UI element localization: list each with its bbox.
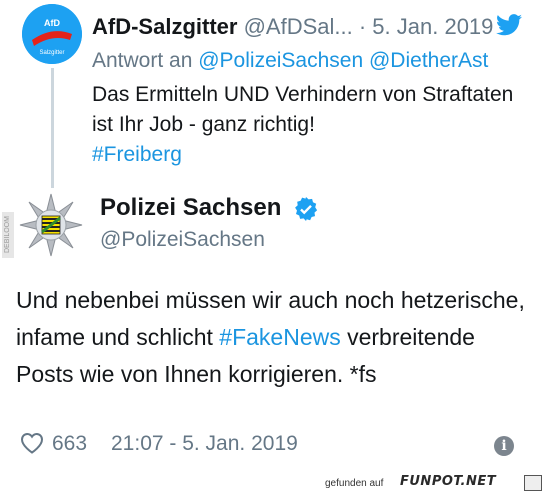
verified-badge-icon [295,197,318,221]
watermark-box-icon [524,475,542,491]
hashtag-link[interactable]: #Freiberg [92,143,182,166]
mention-link[interactable]: @DietherAst [369,49,488,72]
like-heart-icon[interactable] [20,432,44,454]
author-name[interactable]: Polizei Sachsen [100,194,281,222]
header-separator: · [358,14,367,39]
reply-to-line: Antwort an @PolizeiSachsen @DietherAst [92,49,488,73]
afd-avatar[interactable]: AfD Salzgitter [22,4,82,64]
twitter-bird-icon [496,14,522,36]
reply-to-prefix: Antwort an [92,49,193,72]
afd-logo-icon: AfD Salzgitter [22,4,82,64]
reply-body: Das Ermitteln UND Verhindern von Strafta… [92,83,514,136]
afd-logo-text: AfD [44,18,60,28]
hashtag-link[interactable]: #FakeNews [219,324,340,350]
police-star-icon [18,192,84,258]
like-count: 663 [52,432,88,455]
thread-line [51,68,54,188]
tweet-text: Und nebenbei müssen wir auch noch hetzer… [16,282,536,393]
info-icon[interactable]: i [494,436,514,456]
watermark-site-logo: FUNPOT.NET [400,474,497,489]
reply-tweet-text: Das Ermitteln UND Verhindern von Strafta… [92,80,532,170]
afd-logo-subtext: Salzgitter [39,50,64,56]
author-handle[interactable]: @PolizeiSachsen [100,228,265,252]
side-watermark: DEBILOOM [2,212,14,258]
reply-author-handle[interactable]: @AfDSal... [244,14,353,39]
watermark-prefix: gefunden auf [325,478,384,489]
reply-date[interactable]: 5. Jan. 2019 [372,14,493,39]
reply-author-name[interactable]: AfD-Salzgitter [92,14,237,39]
police-avatar[interactable] [18,192,84,258]
tweet-timestamp[interactable]: 21:07 - 5. Jan. 2019 [111,432,298,456]
reply-header: AfD-Salzgitter @AfDSal... · 5. Jan. 2019 [92,14,493,40]
mention-link[interactable]: @PolizeiSachsen [198,49,363,72]
